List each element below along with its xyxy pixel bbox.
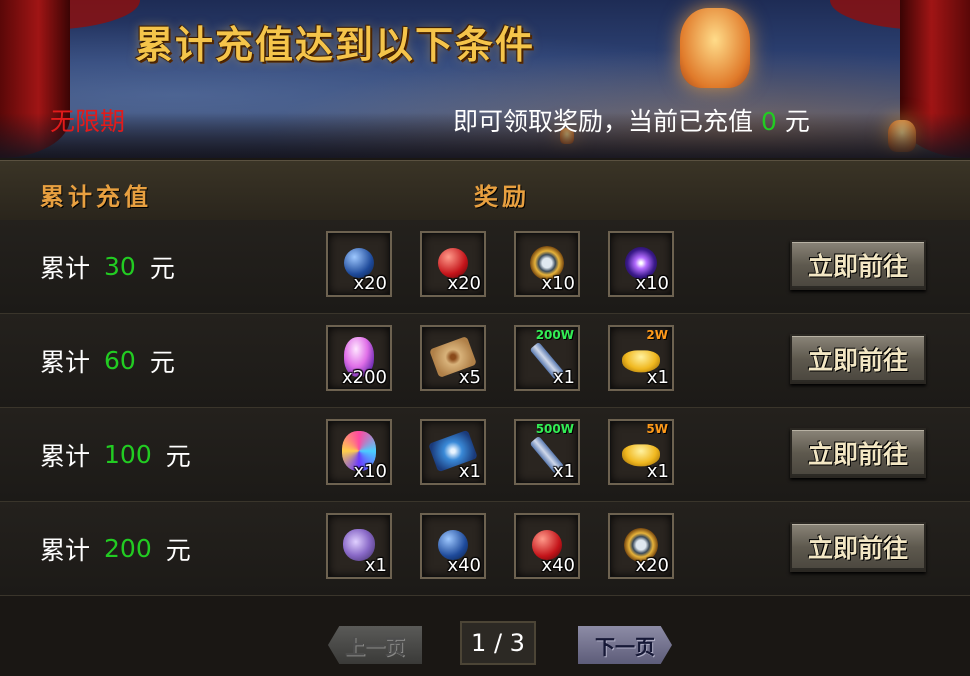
tier-row: 累计 200 元 x1 x40 x40 x20 立即前往	[0, 502, 970, 596]
reward-slot[interactable]: x20	[608, 513, 674, 579]
reward-tag: 500W	[535, 422, 574, 436]
go-now-button[interactable]: 立即前往	[790, 240, 926, 290]
reward-slot[interactable]: 5W x1	[608, 419, 674, 485]
reward-quantity: x20	[353, 273, 387, 294]
next-page-button[interactable]: 下一页	[578, 626, 672, 664]
reward-quantity: x20	[635, 555, 669, 576]
reward-slot[interactable]: x10	[608, 231, 674, 297]
reward-quantity: x1	[364, 555, 387, 576]
tier-unit: 元	[149, 347, 175, 377]
tier-label: 累计 60 元	[40, 314, 175, 407]
reward-slot[interactable]: x40	[514, 513, 580, 579]
reward-tag: 2W	[646, 328, 668, 342]
tier-amount: 100	[104, 440, 152, 469]
table-header: 累计充值 奖励	[0, 160, 970, 221]
recharge-status-text: 即可领取奖励，当前已充值	[453, 107, 754, 136]
tier-unit: 元	[149, 253, 175, 283]
reward-quantity: x40	[541, 555, 575, 576]
tier-amount: 200	[104, 534, 152, 563]
reward-slot[interactable]: x1	[420, 419, 486, 485]
tier-unit: 元	[165, 441, 191, 471]
reward-slot[interactable]: x5	[420, 325, 486, 391]
reward-quantity: x10	[353, 461, 387, 482]
reward-slot[interactable]: 2W x1	[608, 325, 674, 391]
tier-amount: 30	[104, 252, 136, 281]
column-header-recharge: 累计充值	[40, 183, 152, 211]
reward-quantity: x20	[447, 273, 481, 294]
reward-quantity: x40	[447, 555, 481, 576]
tier-row: 累计 30 元 x20 x20 x10 x10 立即前往	[0, 220, 970, 314]
currency-unit: 元	[784, 107, 810, 136]
tier-prefix: 累计	[40, 253, 91, 283]
tier-label: 累计 200 元	[40, 502, 191, 595]
reward-quantity: x1	[458, 461, 481, 482]
reward-slot[interactable]: 200W x1	[514, 325, 580, 391]
reward-slot[interactable]: x20	[326, 231, 392, 297]
tier-prefix: 累计	[40, 441, 91, 471]
reward-tag: 200W	[535, 328, 574, 342]
tier-prefix: 累计	[40, 347, 91, 377]
reward-slot[interactable]: x10	[326, 419, 392, 485]
event-period: 无限期	[50, 107, 126, 136]
reward-slot[interactable]: x200	[326, 325, 392, 391]
tier-row: 累计 100 元 x10 x1 500W x1 5W x1 立即前往	[0, 408, 970, 502]
reward-quantity: x1	[646, 461, 669, 482]
reward-slot[interactable]: x40	[420, 513, 486, 579]
tier-prefix: 累计	[40, 535, 91, 565]
column-header-rewards: 奖励	[474, 183, 530, 211]
go-now-button[interactable]: 立即前往	[790, 334, 926, 384]
reward-quantity: x1	[646, 367, 669, 388]
reward-slot[interactable]: x20	[420, 231, 486, 297]
tier-row: 累计 60 元 x200 x5 200W x1 2W x1 立即前往	[0, 314, 970, 408]
tier-label: 累计 100 元	[40, 408, 191, 501]
prev-page-button[interactable]: 上一页	[328, 626, 422, 664]
reward-quantity: x10	[541, 273, 575, 294]
recharge-status: 即可领取奖励，当前已充值 0 元	[453, 102, 810, 138]
reward-quantity: x1	[552, 461, 575, 482]
tier-label: 累计 30 元	[40, 220, 175, 313]
reward-quantity: x10	[635, 273, 669, 294]
reward-slot[interactable]: 500W x1	[514, 419, 580, 485]
banner-title: 累计充值达到以下条件	[135, 23, 536, 67]
reward-quantity: x1	[552, 367, 575, 388]
event-banner: 累计充值达到以下条件 无限期 即可领取奖励，当前已充值 0 元	[0, 0, 970, 158]
reward-tag: 5W	[646, 422, 668, 436]
reward-quantity: x5	[458, 367, 481, 388]
page-indicator: 1 / 3	[460, 621, 536, 665]
reward-slot[interactable]: x1	[326, 513, 392, 579]
go-now-button[interactable]: 立即前往	[790, 522, 926, 572]
reward-slot[interactable]: x10	[514, 231, 580, 297]
sky-lantern-icon	[680, 8, 750, 88]
go-now-button[interactable]: 立即前往	[790, 428, 926, 478]
current-recharge-amount: 0	[761, 107, 777, 136]
reward-quantity: x200	[341, 367, 387, 388]
tier-amount: 60	[104, 346, 136, 375]
tier-unit: 元	[165, 535, 191, 565]
